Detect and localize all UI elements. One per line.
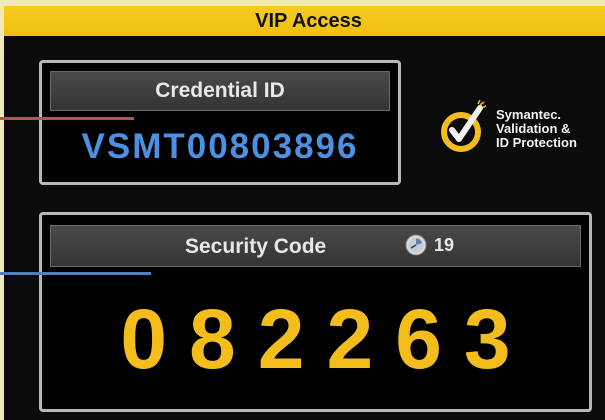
credential-panel: Credential ID VSMT00803896 — [39, 60, 401, 185]
title-bar[interactable]: VIP Access — [4, 6, 605, 36]
credential-callout-line — [0, 117, 134, 120]
credential-header: Credential ID — [50, 71, 390, 111]
security-code-label: Security Code — [185, 235, 327, 258]
window-title: VIP Access — [255, 9, 362, 32]
vip-access-window: VIP Access Credential ID VSMT00803896 Sy… — [4, 6, 605, 420]
symantec-logo: Symantec. Validation & ID Protection — [434, 100, 577, 158]
timer: 19 — [405, 234, 454, 256]
credential-id-value[interactable]: VSMT00803896 — [42, 127, 398, 167]
logo-line-3: ID Protection — [496, 135, 577, 150]
security-code-header: Security Code 19 — [50, 225, 581, 267]
symantec-check-logo-icon — [441, 100, 487, 152]
timer-count: 19 — [434, 234, 455, 255]
clock-icon — [405, 234, 427, 256]
logo-line-1: Symantec. — [496, 107, 562, 122]
logo-line-2: Validation & — [496, 121, 571, 136]
security-code-panel: Security Code 19 082263 — [39, 212, 592, 412]
credential-label: Credential ID — [155, 79, 285, 102]
security-callout-line — [0, 272, 151, 275]
logo-text: Symantec. Validation & ID Protection — [496, 108, 577, 150]
security-code-value[interactable]: 082263 — [42, 291, 589, 388]
